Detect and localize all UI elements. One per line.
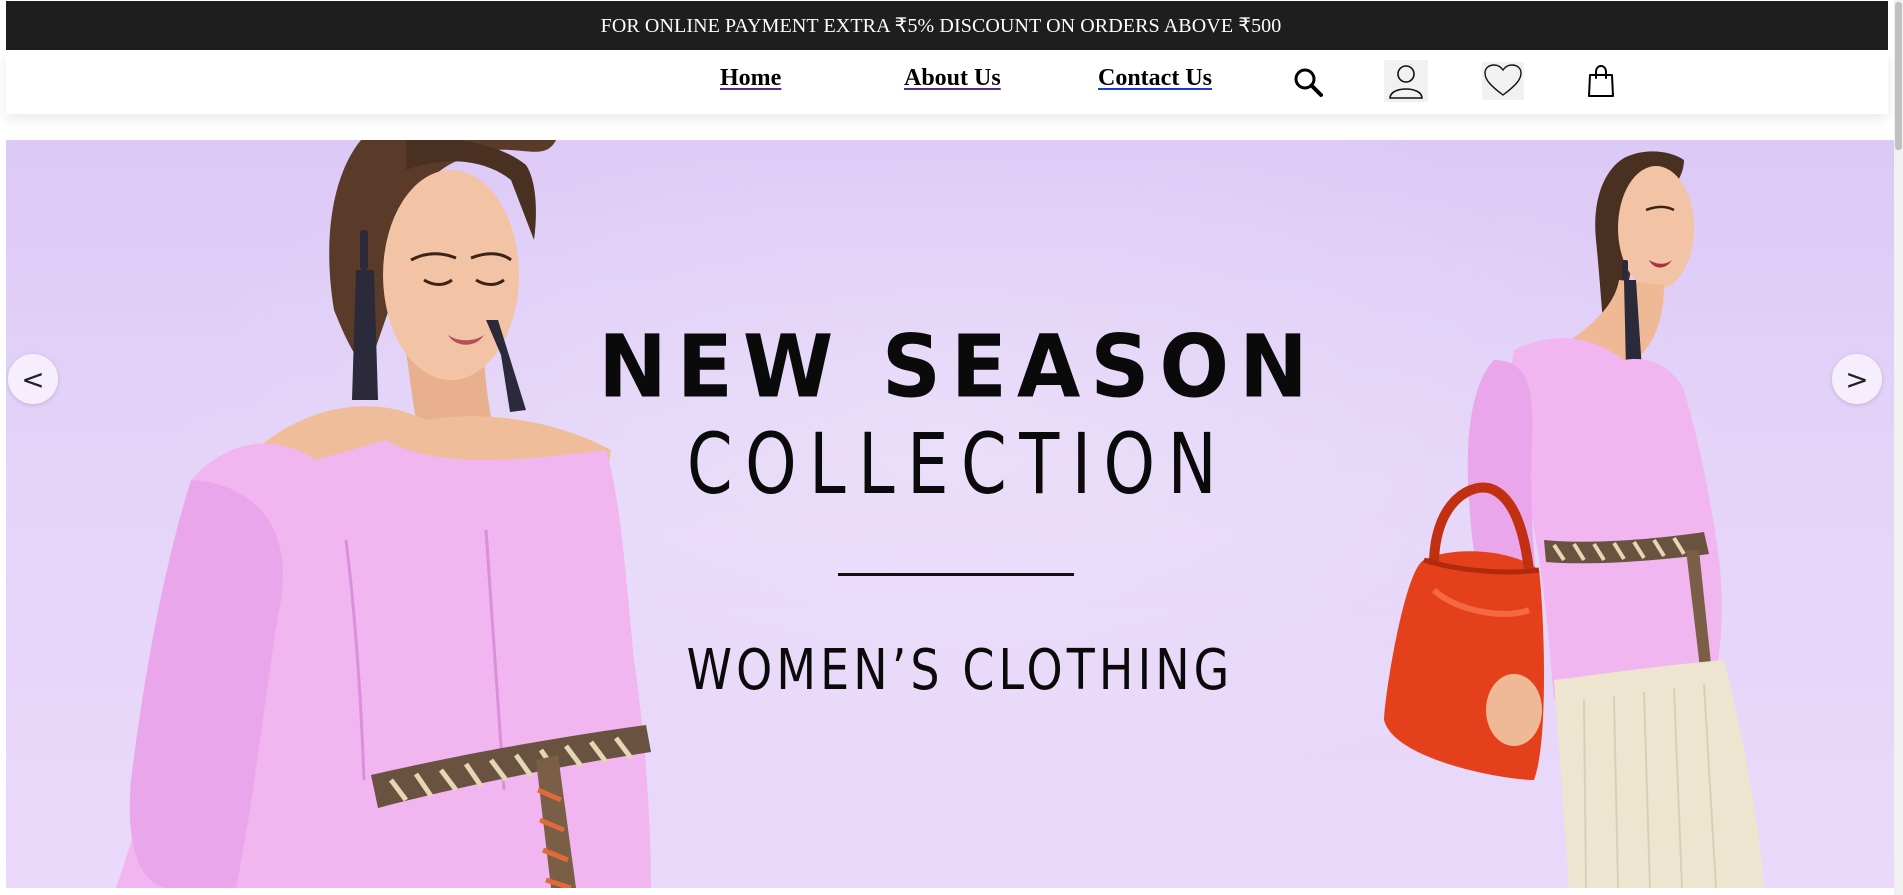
scrollbar-thumb[interactable]	[1895, 2, 1902, 150]
hero-subheading: WOMEN’S CLOTHING	[686, 638, 1234, 703]
search-icon[interactable]	[1290, 64, 1326, 100]
main-navbar: Home About Us Contact Us	[6, 50, 1888, 114]
user-icon[interactable]	[1384, 60, 1428, 102]
model-right-image	[1384, 151, 1764, 888]
hero-heading-new-season: NEW SEASON	[598, 317, 1318, 418]
shopping-bag-icon[interactable]	[1582, 62, 1620, 100]
chevron-left-icon: <	[21, 362, 45, 396]
heart-icon[interactable]	[1482, 62, 1524, 100]
nav-contact-link[interactable]: Contact Us	[1098, 65, 1212, 92]
carousel-next-button[interactable]: >	[1832, 354, 1882, 404]
hero-heading-collection: COLLECTION	[686, 415, 1230, 513]
hero-divider	[838, 573, 1074, 576]
nav-home-link[interactable]: Home	[720, 65, 781, 92]
page-scrollbar[interactable]	[1894, 0, 1903, 895]
promo-banner: FOR ONLINE PAYMENT EXTRA ₹5% DISCOUNT ON…	[6, 1, 1888, 50]
nav-about-link[interactable]: About Us	[904, 65, 1001, 92]
carousel-prev-button[interactable]: <	[8, 354, 58, 404]
promo-text: FOR ONLINE PAYMENT EXTRA ₹5% DISCOUNT ON…	[600, 15, 1282, 37]
hero-carousel: NEW SEASON COLLECTION WOMEN’S CLOTHING <…	[6, 140, 1894, 888]
page: FOR ONLINE PAYMENT EXTRA ₹5% DISCOUNT ON…	[0, 0, 1903, 895]
chevron-right-icon: >	[1845, 362, 1869, 396]
model-left-image	[116, 140, 651, 888]
